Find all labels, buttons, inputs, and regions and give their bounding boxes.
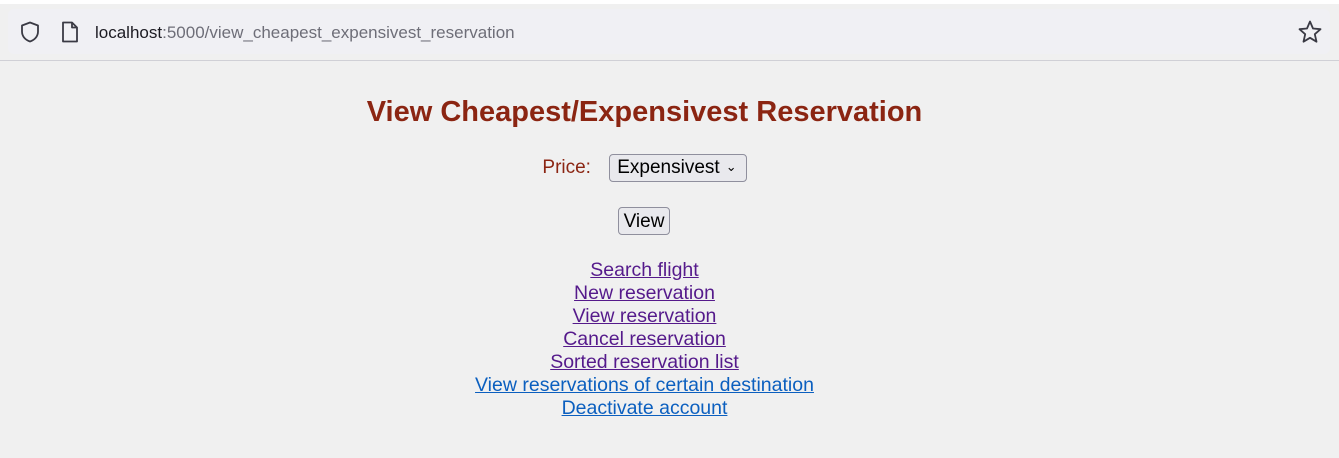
toolbar-divider [0,60,1339,61]
browser-top-strip [0,0,1339,4]
nav-links: Search flight New reservation View reserva… [0,259,1289,420]
address-url[interactable]: localhost:5000/view_cheapest_expensivest… [95,22,515,44]
price-select[interactable]: Expensivest ⌄ [609,154,747,182]
chevron-down-icon: ⌄ [725,159,737,174]
nav-link-cancel-reservation[interactable]: Cancel reservation [0,328,1289,351]
nav-link-new-reservation[interactable]: New reservation [0,282,1289,305]
page-title: View Cheapest/Expensivest Reservation [366,96,923,128]
nav-link-sorted-reservation-list[interactable]: Sorted reservation list [0,351,1289,374]
bookmark-star-icon[interactable] [1297,19,1323,45]
view-button[interactable]: View [618,207,670,235]
url-host: localhost [95,23,163,42]
shield-icon[interactable] [19,21,41,43]
price-label: Price: [542,157,591,178]
nav-link-view-reservation[interactable]: View reservation [0,305,1289,328]
nav-link-search-flight[interactable]: Search flight [0,259,1289,282]
nav-link-deactivate-account[interactable]: Deactivate account [0,397,1289,420]
page-icon[interactable] [60,21,80,43]
price-form-row: Price: Expensivest ⌄ [0,154,1289,182]
url-path: :5000/view_cheapest_expensivest_reservat… [162,23,515,42]
nav-link-view-reservations-of-certain-destination[interactable]: View reservations of certain destination [0,374,1289,397]
price-select-value: Expensivest [617,157,720,178]
